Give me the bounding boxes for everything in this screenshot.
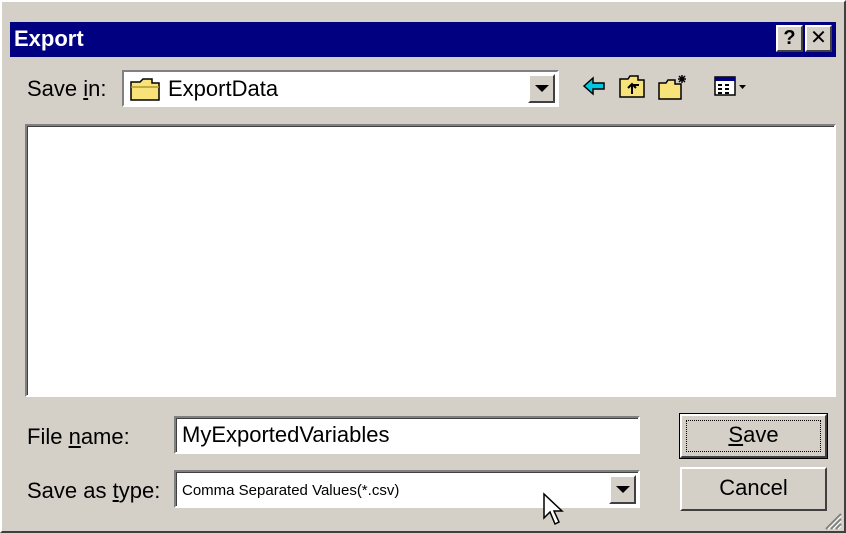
view-menu-icon[interactable]: [714, 74, 748, 98]
up-folder-icon[interactable]: [619, 74, 645, 98]
focus-rectangle: [686, 420, 821, 452]
title-bar[interactable]: Export ? ✕: [10, 22, 836, 57]
window-title: Export: [14, 26, 84, 51]
save-in-combo[interactable]: ExportData: [122, 70, 559, 107]
file-name-input[interactable]: [174, 416, 640, 454]
save-in-label: Save in:: [27, 76, 107, 101]
mouse-cursor-icon: [543, 492, 564, 526]
file-name-label: File name:: [27, 424, 130, 449]
help-button[interactable]: ?: [776, 25, 803, 52]
chevron-down-icon: [535, 85, 549, 92]
file-list[interactable]: [25, 124, 836, 397]
save-as-type-value: Comma Separated Values(*.csv): [182, 482, 400, 499]
save-as-type-label: Save as type:: [27, 478, 161, 503]
save-in-dropdown-button[interactable]: [528, 74, 555, 103]
folder-icon: [130, 78, 160, 101]
new-folder-icon[interactable]: [658, 74, 688, 100]
close-button[interactable]: ✕: [805, 25, 832, 52]
cancel-button[interactable]: Cancel: [680, 467, 827, 511]
save-in-value: ExportData: [168, 76, 279, 101]
save-as-type-dropdown-button[interactable]: [609, 475, 636, 504]
chevron-down-icon: [616, 486, 630, 493]
save-as-type-combo[interactable]: Comma Separated Values(*.csv): [174, 470, 640, 508]
save-button[interactable]: Save: [679, 413, 828, 459]
resize-grip-icon[interactable]: [822, 510, 842, 530]
back-icon[interactable]: [582, 74, 606, 98]
export-dialog: Export ? ✕ Save in: ExportData File name…: [0, 0, 846, 533]
